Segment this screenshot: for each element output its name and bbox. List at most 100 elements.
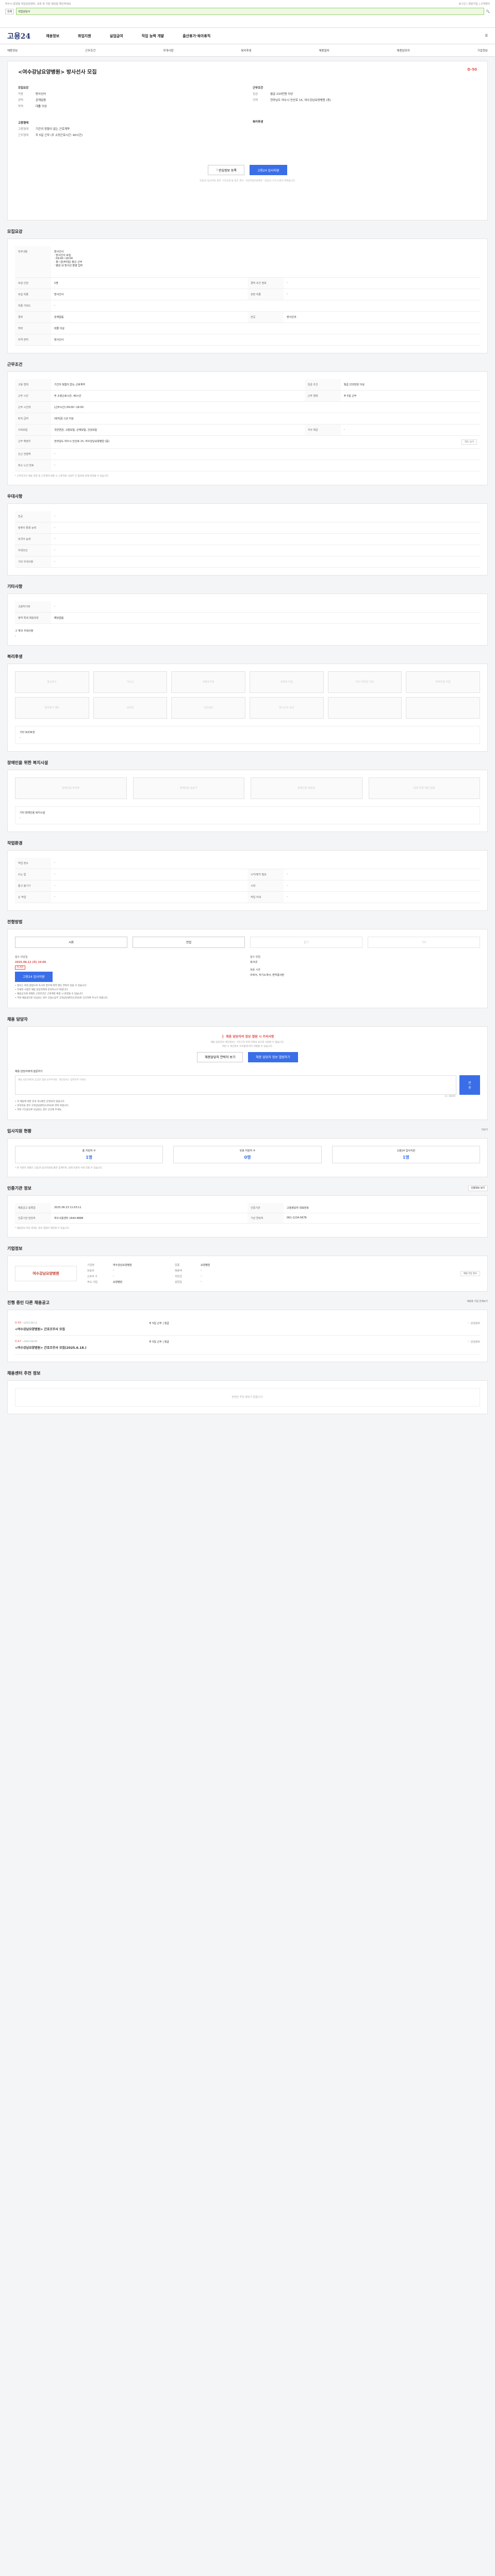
label: 기업명 [87, 1263, 94, 1267]
other-scrap[interactable]: ♡ 관심정보 [468, 1340, 480, 1350]
other-title[interactable]: <여수강남요양병원> 간호조무사 모집(2025.6.18.) [15, 1345, 128, 1350]
label: 채용공고 등록일 [15, 1202, 51, 1213]
value: 1명 [402, 1155, 409, 1160]
contact-warning: ❗ 채용 담당자의 정보 열람 시 주의사항 [15, 1034, 480, 1039]
address: 전라남도 여수시 안산로 15, 여수강남요양병원 (동) [54, 439, 110, 443]
value: 방사선과 [284, 311, 480, 323]
label: 손 작업 [15, 891, 51, 903]
contact-note: • 이 채용에 대한 문의 게시판은 운영되지 않습니다. [15, 1100, 65, 1103]
tab-company[interactable]: 기업정보 [477, 48, 488, 53]
company-info-button[interactable]: 채용기업 정보 [460, 1270, 480, 1276]
value: 기간의 정함이 없는 근로계약 [51, 379, 305, 391]
stats-more-link[interactable]: 더보기 [482, 1128, 488, 1134]
label: 경력 조건 정보 [248, 277, 284, 289]
welfare-item: 상여금 [93, 697, 168, 719]
disabled-etc: 기타 장애인용 복지시설 - [15, 806, 480, 824]
nav-item-leave[interactable]: 출산휴가·육아휴직 [183, 33, 210, 39]
summary-condition-heading: 근무조건 [253, 87, 263, 90]
label: 제출 서류 [250, 968, 260, 972]
top-links[interactable]: 로그인 | 회원가입 | 고객센터 [459, 2, 490, 6]
other-sub: 주 5일 근무 | 월급 [149, 1321, 169, 1325]
qa-input[interactable]: 채용 담당자에게 궁금한 점을 남겨주세요. 개인정보는 입력하지 마세요. [15, 1075, 456, 1095]
tab-work[interactable]: 근무조건 [85, 48, 95, 53]
value: 워크넷 [250, 960, 257, 964]
others-section: D-50 ~2025.08.12 <여수강남요양병원> 간호조무사 모집 주 5일… [7, 1309, 488, 1362]
map-button[interactable]: 지도 보기 [461, 439, 477, 445]
value: - [15, 634, 16, 638]
other-date: ~2025.08.12 [22, 1321, 38, 1325]
other-scrap[interactable]: ♡ 관심정보 [468, 1321, 480, 1331]
process-apply-button[interactable]: 고용24 입사지원 [15, 971, 53, 982]
dday-badge: D-50 [467, 67, 477, 72]
stats-heading: 입사지원 현황 더보기 [7, 1128, 488, 1134]
label: 그 밖의 우대사항 [15, 629, 34, 633]
company-heading: 기업정보 [7, 1246, 23, 1251]
list-item[interactable]: D-50 ~2025.08.12 <여수강남요양병원> 간호조무사 모집 주 5일… [15, 1317, 480, 1336]
value: (근무시간) 09:00~18:00 [51, 401, 480, 413]
welfare-item: 자녀 학자금 지원 [327, 671, 402, 693]
tab-contact[interactable]: 채용담당자 [397, 48, 410, 53]
label: 임금 [253, 93, 258, 96]
welfare-item: 건강검진 [171, 697, 245, 719]
scrap-button[interactable]: ♡ 관심정보 등록 [208, 165, 244, 175]
hrinfo-section: 채용공고 등록일 2025.06.23 11:03:11 인증기관 고용정보자 대표번… [7, 1195, 488, 1238]
step-document: 서류 [15, 936, 127, 948]
list-item[interactable]: D-47 ~2025.08.09 <여수강남요양병원> 간호조무사 모집(2025… [15, 1336, 480, 1354]
menu-icon[interactable]: ☰ [485, 34, 488, 38]
step-written: 필기 [250, 936, 362, 948]
value: - [51, 601, 480, 613]
other-sub: 주 5일 근무 | 월급 [149, 1340, 169, 1344]
apply-button[interactable]: 고용24 입사지원 [249, 165, 287, 175]
label: 전공 [248, 311, 284, 323]
value: - [51, 857, 480, 869]
other-section: 고용허가제 - 병역 특례 채용희망 해당없음 그 밖의 우대사항 - [7, 593, 488, 646]
nav-item-training[interactable]: 직업 능력 개발 [142, 33, 164, 39]
view-info-button[interactable]: 채용 담당자 정보 열람하기 [248, 1052, 298, 1062]
contact-note: • 문의하실 경우 고객상담센터(1350)로 연락 바랍니다. [15, 1104, 69, 1107]
label: 주요 사업 [87, 1280, 97, 1284]
nav-item-support[interactable]: 취업지원 [78, 33, 91, 39]
search-scope[interactable]: 전체 [5, 8, 14, 14]
value: 국민연금, 고용보험, 산재보험, 건강보험 [51, 424, 305, 436]
value: - [51, 522, 480, 534]
others-heading: 진행 중인 다른 채용공고 채용중 기업 전체보기 [7, 1300, 488, 1306]
welfare-item [327, 697, 402, 719]
value: - [284, 869, 480, 880]
others-more-link[interactable]: 채용중 기업 전체보기 [467, 1300, 488, 1306]
label: 기타 장애인용 복지시설 [20, 811, 45, 815]
tab-prefer[interactable]: 우대사항 [163, 48, 173, 53]
nav-item-jobs[interactable]: 채용정보 [46, 33, 59, 39]
value: - [51, 448, 480, 460]
other-title[interactable]: <여수강남요양병원> 간호조무사 모집 [15, 1327, 128, 1331]
other-dday: D-47 [15, 1340, 22, 1343]
process-dday: D-50 [15, 965, 26, 970]
company-section: 여수강남요양병원 기업명 여수강남요양병원 업종 요양병원 대표자 - 매출액 - 근로자 … [7, 1255, 488, 1292]
welfare-item: 경조휴가 제도 [15, 697, 89, 719]
label: 접수 방법 [250, 955, 260, 959]
view-contact-button[interactable]: 채용담당자 연락처 보기 [197, 1052, 243, 1062]
hrinfo-button[interactable]: 인증정보 보기 [468, 1185, 488, 1191]
process-note: • 채용공고에 게재된 근로조건은 근로계약 체결 시 변경될 수 있습니다. [15, 992, 84, 995]
tab-recruit[interactable]: 채용정보 [7, 48, 18, 53]
qa-send-button[interactable]: 전송 [459, 1075, 480, 1095]
label: 관련 직종 [248, 289, 284, 300]
search-input[interactable]: 직업상담사 [16, 8, 484, 15]
nav-item-unemployment[interactable]: 실업급여 [110, 33, 123, 39]
label: 학력 [18, 105, 24, 108]
facility-item: 장애 유형 제한 없음 [368, 777, 480, 799]
method-box: 접수 방법 워크넷 제출 서류 이력서, 자기소개서, 면허증사본 [250, 955, 480, 982]
facility-item: 장애인용 승강기 [133, 777, 244, 799]
label: 식사 제공 [304, 424, 341, 436]
tab-process[interactable]: 채용절차 [319, 48, 329, 53]
recommend-empty: 관련된 추천 정보가 없습니다. [15, 1387, 480, 1406]
process-section: 서류 면접 필기 기타 접수 마감일 2025.08.12 (화) 16:00 … [7, 928, 488, 1008]
value: - [284, 891, 480, 903]
prefer-section: 전공 - 컴퓨터 활용 능력 - 외국어 능력 - 우대조건 - 기타 우대사항 - [7, 503, 488, 575]
welfare-heading: 복리후생 [7, 654, 23, 659]
logo[interactable]: 고용24 [7, 31, 30, 41]
search-icon[interactable]: 🔍 [486, 10, 490, 13]
label: 인근 전철역 [15, 448, 51, 460]
label: 작업 자세 [248, 891, 284, 903]
tab-welfare[interactable]: 복리후생 [241, 48, 251, 53]
qa-count: 0 / 300자 [445, 1095, 455, 1098]
